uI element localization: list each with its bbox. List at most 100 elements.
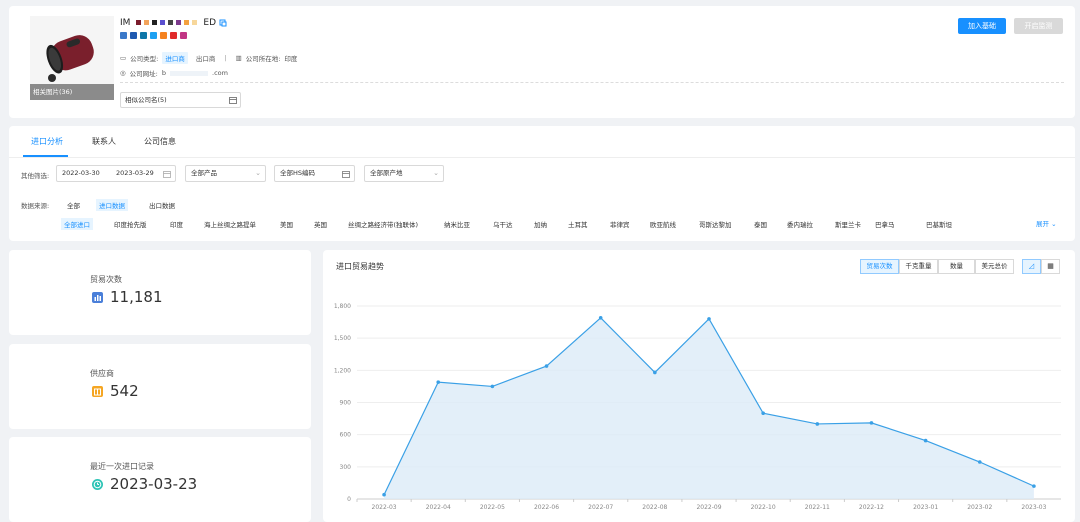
chart-title: 进口贸易趋势 <box>336 262 384 271</box>
tab-contacts[interactable]: 联系人 <box>92 136 116 147</box>
tab-company-info[interactable]: 公司信息 <box>144 136 176 147</box>
x-tick-label: 2022-04 <box>426 504 451 511</box>
social-icon[interactable] <box>160 32 167 39</box>
y-tick-label: 300 <box>340 464 352 471</box>
y-tick-label: 900 <box>340 400 352 407</box>
company-country-label: 公司所在地: <box>245 55 281 63</box>
monitor-button[interactable]: 开启监测 <box>1014 18 1063 34</box>
y-tick-label: 1,500 <box>334 335 351 342</box>
separator: | <box>224 54 227 62</box>
company-website-label: 公司网址: <box>129 70 158 78</box>
data-point <box>707 317 711 321</box>
product-image[interactable]: 相关图片(36) <box>30 16 114 100</box>
country-filter-item[interactable]: 英国 <box>311 218 330 230</box>
data-point <box>382 492 386 497</box>
copy-icon[interactable] <box>219 19 227 27</box>
country-filter-item[interactable]: 加纳 <box>531 218 550 230</box>
data-point <box>436 380 441 384</box>
source-export[interactable]: 出口数据 <box>146 199 178 211</box>
country-filter-item[interactable]: 斯里兰卡 <box>832 218 864 230</box>
import-tag: 进口商 <box>162 52 188 64</box>
data-point <box>653 370 657 375</box>
table-view-icon[interactable]: ▦ <box>1041 259 1060 274</box>
social-icon[interactable] <box>150 32 157 39</box>
product-select[interactable]: 全部产品 ⌄ <box>185 165 266 182</box>
source-label: 数据来源: <box>21 202 50 210</box>
country-filter-item[interactable]: 欧亚航线 <box>647 218 679 230</box>
x-tick-label: 2022-10 <box>751 504 776 511</box>
calendar-icon <box>163 171 171 178</box>
company-card: 相关图片(36) IM ED ▭ 公司类型: 进口商 出口商 | ▥ 公司所在地… <box>9 6 1075 118</box>
building-icon: ▥ <box>235 54 242 62</box>
country-filter-item[interactable]: 乌干达 <box>490 218 516 230</box>
country-filter-item[interactable]: 菲律宾 <box>607 218 633 230</box>
origin-select[interactable]: 全部原产地 ⌄ <box>364 165 444 182</box>
social-icon[interactable] <box>120 32 127 39</box>
country-filter-item[interactable]: 丝绸之路经济带(独联体) <box>345 218 421 230</box>
data-point <box>1032 484 1036 488</box>
x-tick-label: 2022-12 <box>859 504 884 511</box>
social-icon[interactable] <box>170 32 177 39</box>
stat-card-suppliers: 供应商 542 <box>9 344 311 429</box>
expand-link[interactable]: 展开 ⌄ <box>1036 218 1057 228</box>
segment-trade-count[interactable]: 贸易次数 <box>860 259 899 274</box>
company-name: IM ED <box>120 18 227 28</box>
date-start: 2022-03-30 <box>62 169 100 177</box>
country-filter-item[interactable]: 哥斯达黎加 <box>696 218 735 230</box>
chevron-down-icon: ⌄ <box>1051 220 1057 228</box>
x-tick-label: 2022-09 <box>696 504 721 511</box>
company-website-prefix[interactable]: b <box>162 69 166 77</box>
country-filter-item[interactable]: 印度 <box>167 218 186 230</box>
building-icon <box>92 386 103 397</box>
country-filter-item[interactable]: 全部进口 <box>61 218 93 230</box>
data-point <box>977 460 982 464</box>
country-filter-item[interactable]: 土耳其 <box>565 218 591 230</box>
line-chart-view-icon[interactable]: ◿ <box>1022 259 1041 274</box>
source-all[interactable]: 全部 <box>64 199 83 211</box>
add-button[interactable]: 加入基础 <box>958 18 1006 34</box>
segment-quantity[interactable]: 数量 <box>938 259 975 274</box>
website-redaction <box>170 70 209 76</box>
x-tick-label: 2022-11 <box>805 504 830 511</box>
company-type-label: 公司类型: <box>130 55 159 63</box>
origin-select-value: 全部原产地 <box>370 169 403 177</box>
country-filter-item[interactable]: 纳米比亚 <box>441 218 473 230</box>
tab-bar: 进口分析 联系人 公司信息 <box>9 126 1075 158</box>
last-import-label: 最近一次进口记录 <box>90 462 154 471</box>
country-filter-item[interactable]: 巴拿马 <box>872 218 898 230</box>
country-filter-item[interactable]: 巴基斯坦 <box>923 218 955 230</box>
country-filter-item[interactable]: 美国 <box>277 218 296 230</box>
x-tick-label: 2022-03 <box>372 504 397 511</box>
chevron-down-icon: ⌄ <box>255 169 261 177</box>
y-tick-label: 600 <box>340 432 352 439</box>
segment-weight[interactable]: 千克重量 <box>899 259 938 274</box>
hs-code-select[interactable]: 全部HS编码 <box>274 165 355 182</box>
country-filter-item[interactable]: 泰国 <box>751 218 770 230</box>
similar-companies-select[interactable]: 相似公司名(5) <box>120 92 241 108</box>
company-website-row: ◎ 公司网址: b .com <box>120 68 228 78</box>
date-range-picker[interactable]: 2022-03-30 2023-03-29 <box>56 165 176 182</box>
country-filter-item[interactable]: 印度抢先版 <box>111 218 150 230</box>
name-swatch <box>176 20 182 25</box>
clock-icon <box>92 479 103 490</box>
social-icon[interactable] <box>180 32 187 39</box>
data-point <box>761 411 765 416</box>
x-tick-label: 2023-02 <box>967 504 992 511</box>
country-filter-item[interactable]: 海上丝绸之路提单 <box>201 218 259 230</box>
country-filter-item[interactable]: 委内瑞拉 <box>784 218 816 230</box>
suppliers-value: 542 <box>110 382 139 400</box>
tab-import-analysis[interactable]: 进口分析 <box>31 136 63 147</box>
source-import[interactable]: 进口数据 <box>96 199 128 211</box>
product-select-value: 全部产品 <box>191 169 217 177</box>
bar-chart-icon <box>92 292 103 303</box>
company-website-suffix[interactable]: .com <box>212 69 228 77</box>
filter-card: 进口分析 联系人 公司信息 其他筛选: 2022-03-30 2023-03-2… <box>9 126 1075 241</box>
name-color-swatches <box>133 18 198 28</box>
social-icon[interactable] <box>130 32 137 39</box>
segment-usd-total[interactable]: 美元总价 <box>975 259 1014 274</box>
company-type-row: ▭ 公司类型: 进口商 出口商 | ▥ 公司所在地: 印度 <box>120 52 297 64</box>
social-icon[interactable] <box>140 32 147 39</box>
x-tick-label: 2022-08 <box>642 504 667 511</box>
name-swatch <box>168 20 174 25</box>
image-caption: 相关图片(36) <box>30 84 114 100</box>
